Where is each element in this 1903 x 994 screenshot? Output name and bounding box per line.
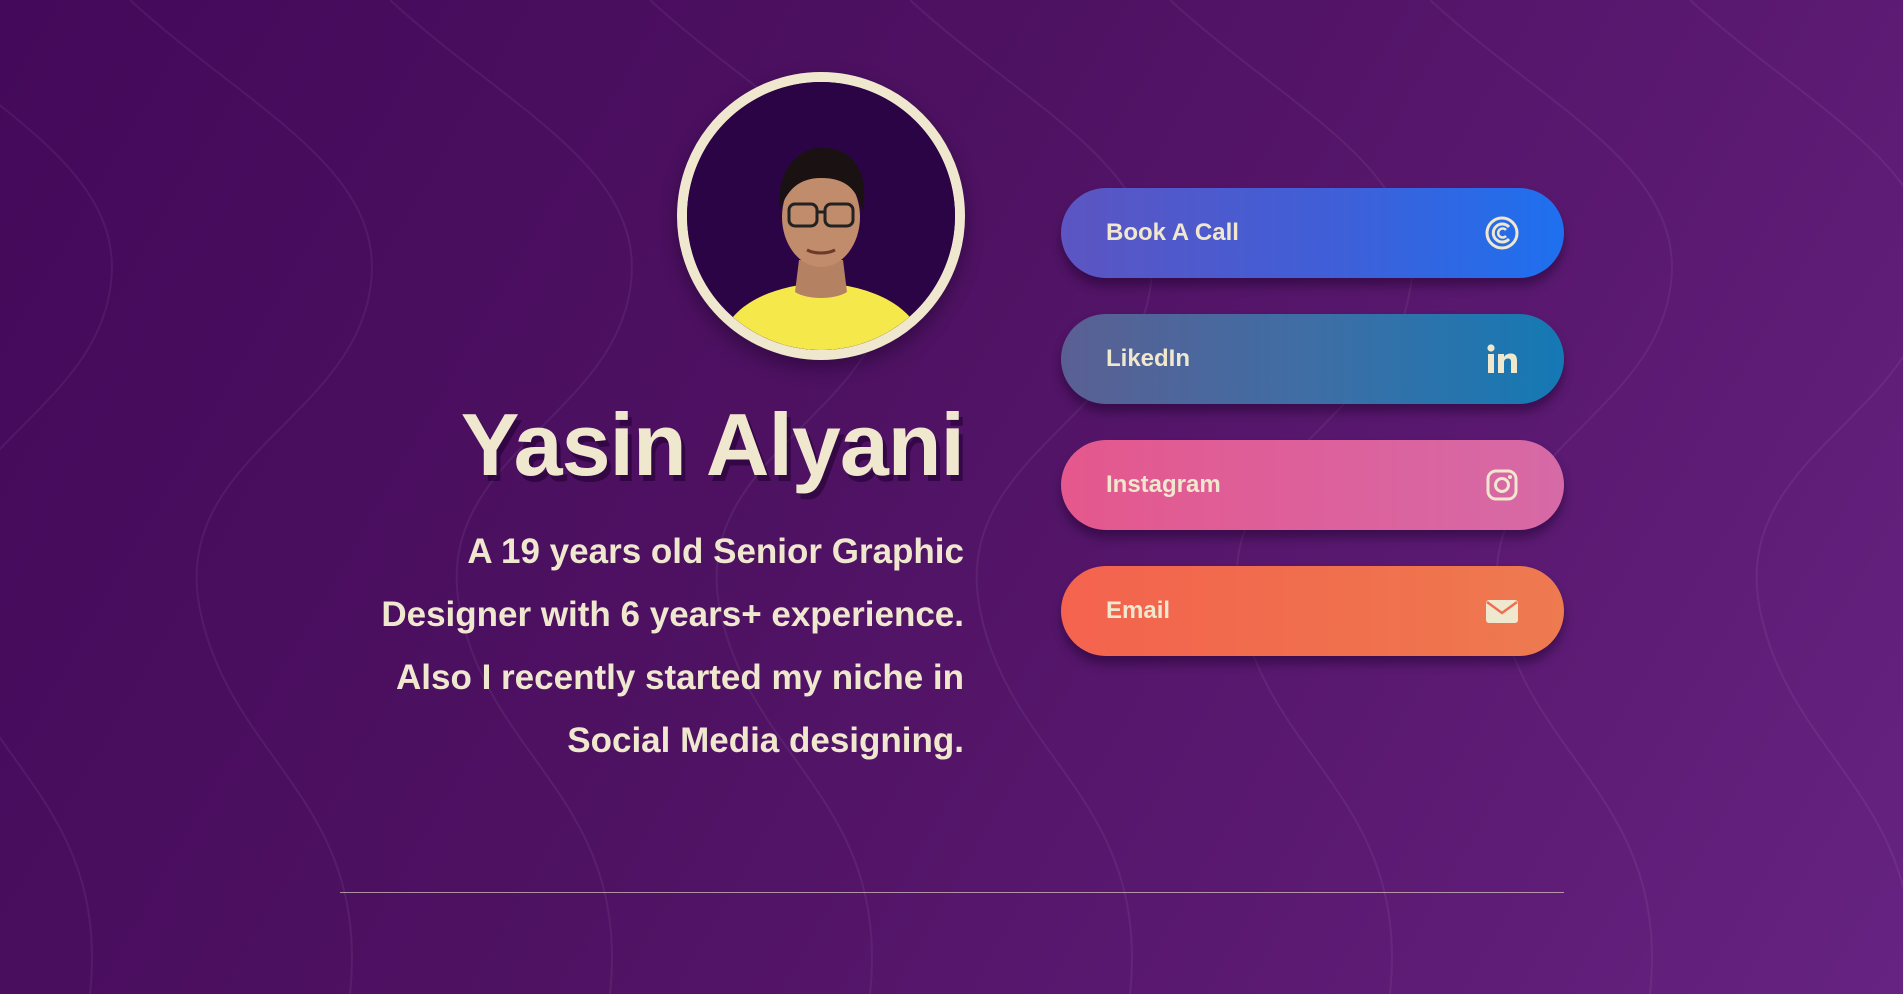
book-a-call-button[interactable]: Book A Call bbox=[1061, 188, 1564, 278]
instagram-button[interactable]: Instagram bbox=[1061, 440, 1564, 530]
instagram-icon bbox=[1484, 467, 1520, 503]
email-button[interactable]: Email bbox=[1061, 566, 1564, 656]
profile-bio: A 19 years old Senior Graphic Designer w… bbox=[381, 532, 964, 760]
calendly-icon bbox=[1484, 215, 1520, 251]
linkedin-button[interactable]: LikedIn bbox=[1061, 314, 1564, 404]
mail-icon bbox=[1484, 593, 1520, 629]
background-wave-pattern bbox=[0, 0, 1903, 994]
linkedin-label: LikedIn bbox=[1106, 345, 1191, 372]
profile-photo bbox=[687, 82, 955, 350]
profile-avatar bbox=[677, 72, 965, 360]
email-label: Email bbox=[1106, 597, 1171, 624]
footer-divider bbox=[340, 892, 1564, 893]
profile-name: Yasin Alyani bbox=[460, 395, 965, 494]
instagram-label: Instagram bbox=[1106, 471, 1221, 498]
social-links: Book A Call LikedIn Instagram Email bbox=[1061, 188, 1564, 692]
book-a-call-label: Book A Call bbox=[1106, 219, 1239, 246]
linkedin-icon bbox=[1484, 341, 1520, 377]
